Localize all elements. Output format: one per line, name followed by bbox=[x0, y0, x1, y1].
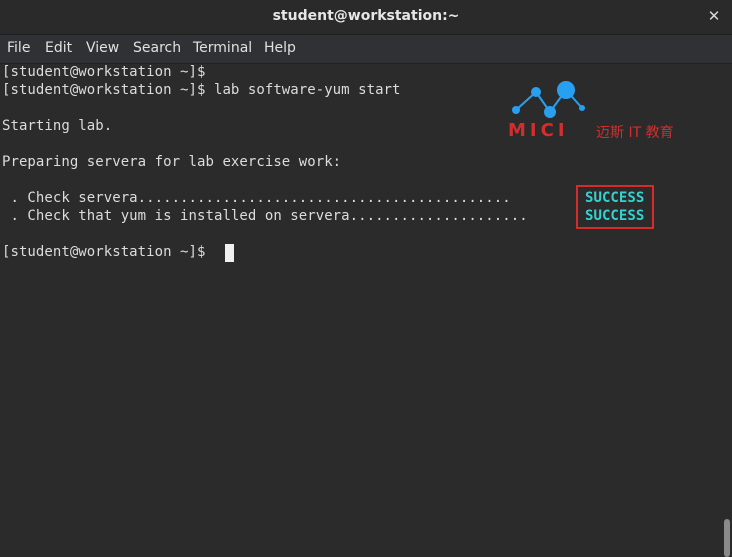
logo-brand: MICI bbox=[508, 120, 569, 141]
scrollbar-thumb[interactable] bbox=[724, 519, 730, 557]
menu-edit[interactable]: Edit bbox=[45, 40, 72, 56]
terminal-line: Preparing servera for lab exercise work: bbox=[2, 154, 342, 170]
window-title: student@workstation:~ bbox=[272, 8, 460, 24]
check-line-yum: . Check that yum is installed on servera… bbox=[2, 208, 528, 224]
menu-terminal[interactable]: Terminal bbox=[193, 40, 252, 56]
menu-view[interactable]: View bbox=[86, 40, 119, 56]
text-cursor bbox=[225, 244, 234, 262]
close-icon[interactable]: ✕ bbox=[706, 7, 722, 25]
title-bar: student@workstation:~ ✕ bbox=[0, 0, 732, 35]
terminal-line: [student@workstation ~]$ bbox=[2, 64, 206, 80]
network-nodes-icon bbox=[512, 81, 585, 118]
terminal-window: student@workstation:~ ✕ File Edit View S… bbox=[0, 0, 732, 557]
success-highlight-box bbox=[576, 185, 654, 229]
terminal-line: Starting lab. bbox=[2, 118, 113, 134]
menu-file[interactable]: File bbox=[7, 40, 30, 56]
prompt-line: [student@workstation ~]$ bbox=[2, 244, 206, 260]
menu-bar: File Edit View Search Terminal Help bbox=[0, 35, 732, 64]
mici-logo: MICI 迈斯 IT 教育 bbox=[508, 80, 708, 141]
scrollbar[interactable] bbox=[722, 64, 732, 557]
logo-subtitle: 迈斯 IT 教育 bbox=[596, 125, 674, 141]
menu-search[interactable]: Search bbox=[133, 40, 181, 56]
menu-help[interactable]: Help bbox=[264, 40, 296, 56]
check-line-servera: . Check servera.........................… bbox=[2, 190, 511, 206]
terminal-line: [student@workstation ~]$ lab software-yu… bbox=[2, 82, 401, 98]
